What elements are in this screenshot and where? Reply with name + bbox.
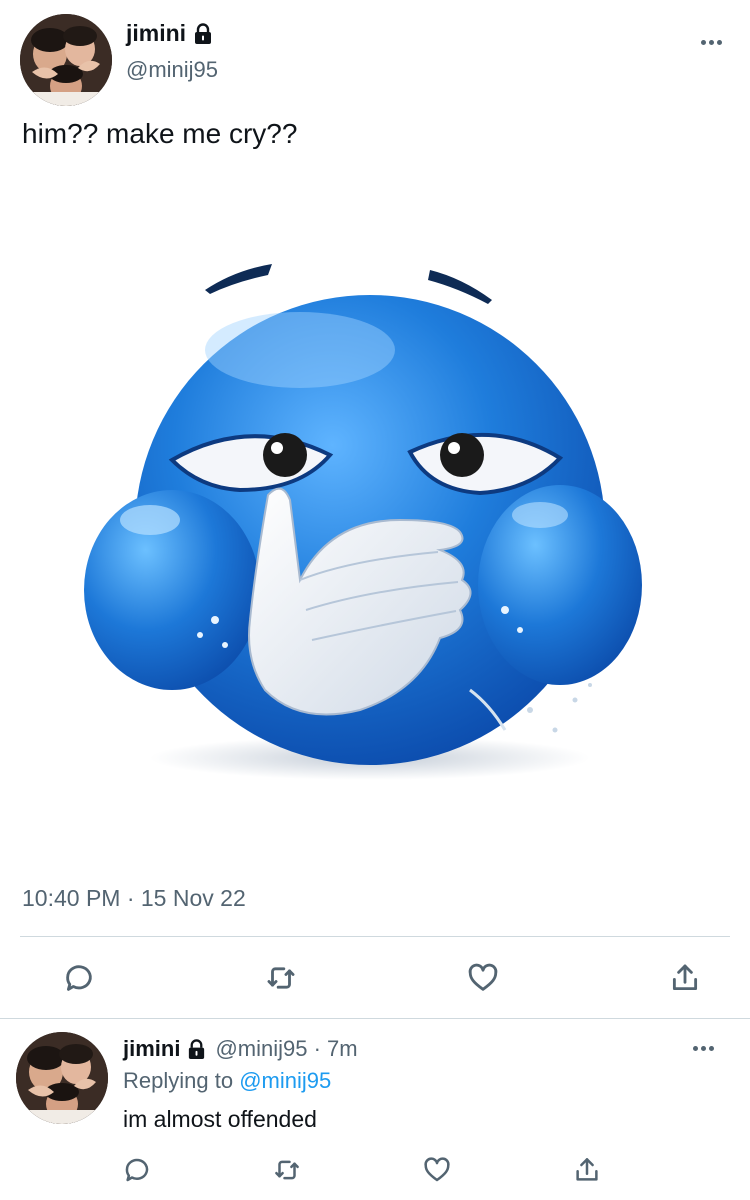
divider — [20, 936, 730, 937]
like-icon[interactable] — [422, 1155, 452, 1185]
avatar-photo — [16, 1032, 108, 1124]
tweet-timestamp[interactable]: 10:40 PM · 15 Nov 22 — [22, 885, 246, 912]
display-name[interactable]: jimini — [126, 20, 186, 47]
lock-icon — [192, 22, 214, 45]
reply-more-icon[interactable] — [693, 1046, 714, 1051]
replying-to: Replying to @minij95 — [123, 1068, 358, 1094]
reply-actions — [122, 1152, 602, 1188]
reply-display-name[interactable]: jimini — [123, 1036, 180, 1062]
share-icon[interactable] — [668, 961, 702, 995]
retweet-icon[interactable] — [272, 1155, 302, 1185]
reply-tweet[interactable]: jimini @minij95 · 7m Replying to @minij9… — [0, 1020, 750, 1200]
replying-to-label: Replying to — [123, 1068, 240, 1093]
reply-icon[interactable] — [62, 961, 96, 995]
avatar-photo — [20, 14, 112, 106]
divider — [0, 1018, 750, 1019]
handle[interactable]: @minij95 — [126, 57, 218, 83]
reply-handle-time[interactable]: @minij95 · 7m — [215, 1036, 357, 1062]
share-icon[interactable] — [572, 1155, 602, 1185]
tweet-text: him?? make me cry?? — [22, 118, 298, 149]
laughing-emoji-image — [84, 264, 642, 780]
reply-icon[interactable] — [122, 1155, 152, 1185]
more-icon[interactable] — [701, 40, 722, 45]
tweet-media[interactable] — [0, 190, 750, 830]
reply-text: im almost offended — [123, 1106, 317, 1132]
reply-avatar[interactable] — [16, 1032, 108, 1124]
lock-icon — [186, 1038, 207, 1060]
replying-to-link[interactable]: @minij95 — [239, 1068, 331, 1093]
tweet-actions — [62, 958, 702, 998]
like-icon[interactable] — [466, 961, 500, 995]
tweet-header: jimini @minij95 — [20, 14, 730, 106]
retweet-icon[interactable] — [264, 961, 298, 995]
avatar[interactable] — [20, 14, 112, 106]
